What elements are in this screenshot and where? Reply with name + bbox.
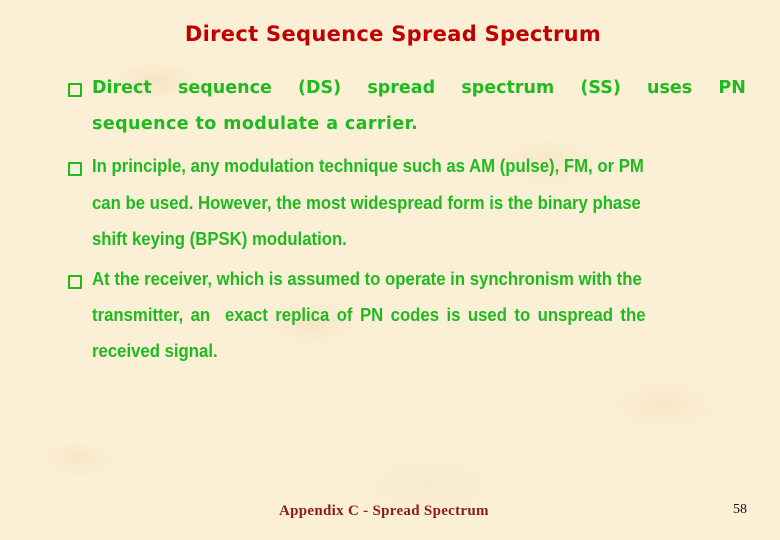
bullet-line: can be used. However, the most widesprea… xyxy=(92,193,641,213)
page-number: 58 xyxy=(733,502,747,517)
word: Direct xyxy=(92,78,152,98)
bullet-line: transmitter, an exact replica of PN code… xyxy=(92,305,646,325)
bullet-line: sequence to modulate a carrier. xyxy=(92,114,419,134)
hollow-square-bullet-icon xyxy=(68,162,82,176)
slide-title: Direct Sequence Spread Spectrum xyxy=(184,22,602,46)
bullet-line: In principle, any modulation technique s… xyxy=(92,156,644,176)
word: PN xyxy=(718,78,746,98)
bullet-line: shift keying (BPSK) modulation. xyxy=(92,229,347,249)
word: spectrum xyxy=(461,78,555,98)
word: (SS) xyxy=(580,78,621,98)
bullet-line: Direct sequence (DS) spread spectrum (SS… xyxy=(92,78,746,98)
word: sequence xyxy=(177,78,272,98)
word: spread xyxy=(367,78,436,98)
bullet-line: received signal. xyxy=(92,341,218,361)
slide-footer: Appendix C - Spread Spectrum xyxy=(279,503,489,519)
word: uses xyxy=(647,78,693,98)
hollow-square-bullet-icon xyxy=(68,275,82,289)
bullet-line: At the receiver, which is assumed to ope… xyxy=(92,269,642,289)
word: (DS) xyxy=(298,78,342,98)
hollow-square-bullet-icon xyxy=(68,83,82,97)
